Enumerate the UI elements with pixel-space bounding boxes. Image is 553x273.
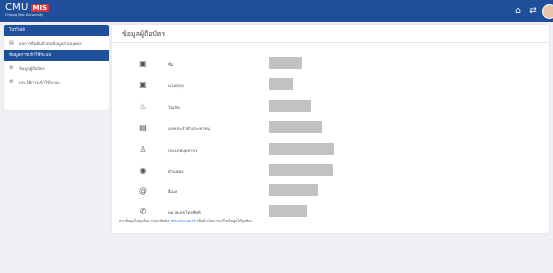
info-label: ประเภทบุคลากร [168, 148, 198, 153]
user-circle-icon: ◉ [139, 166, 147, 175]
sidebar-item-access-history[interactable]: ⚙ ประวัติการเข้าใช้ระบบ [4, 75, 109, 89]
id-card-icon: ▣ [139, 59, 147, 68]
logo-subtitle: Chiang Mai University [5, 13, 44, 17]
id-card-icon: ▣ [139, 80, 147, 89]
redacted-value [269, 121, 322, 133]
info-row-personnel-type: ♙ ประเภทบุคลากร [112, 141, 549, 159]
person-icon: ♙ [139, 145, 147, 154]
redacted-value [269, 164, 333, 176]
sidebar: โปรไฟล์ ▤ ผลการยืนยันตัวตนข้อมูลส่วนบุคค… [4, 25, 109, 110]
logo-text: CMU [5, 2, 29, 13]
footnote-suffix: เพื่อดำเนินการแก้ไขข้อมูลให้ถูกต้อง [197, 219, 253, 223]
info-label: วันเกิด [168, 105, 180, 110]
sidebar-item-label: ผลการยืนยันตัวตนข้อมูลส่วนบุคคล [19, 40, 82, 46]
info-row-first-name: ▣ ชื่อ [112, 55, 549, 73]
cmu-mis-logo[interactable]: CMU MIS Chiang Mai University [5, 2, 50, 18]
sidebar-item-cardholder-info[interactable]: ⚙ ข้อมูลผู้ถือบัตร [4, 61, 109, 75]
info-label: ชื่อ [168, 62, 174, 67]
footnote-prefix: หากข้อมูลไม่ถูกต้อง กรุณาติดต่อ [119, 219, 170, 223]
page-title: ข้อมูลผู้ถือบัตร [122, 30, 166, 38]
sidebar-section-system-access: ข้อมูลการเข้าใช้ระบบ [4, 50, 109, 61]
gear-icon: ⚙ [9, 79, 14, 85]
redacted-value [269, 205, 307, 217]
info-row-birthdate: ♨ วันเกิด [112, 98, 549, 116]
cardholder-info-panel: ข้อมูลผู้ถือบัตร ▣ ชื่อ ▣ นามสกุล ♨ วันเ… [112, 25, 549, 233]
redacted-value [269, 143, 334, 155]
redacted-value [269, 78, 293, 90]
sidebar-item-label: ข้อมูลผู้ถือบัตร [19, 65, 45, 71]
info-label: หมายเลขโทรศัพท์ [168, 210, 201, 215]
at-icon: @ [139, 186, 147, 195]
home-icon[interactable]: ⌂ [513, 6, 523, 16]
info-label: เลขประจำตัวประชาชน [168, 126, 210, 131]
logo-badge: MIS [30, 4, 50, 12]
info-label: อีเมล [168, 189, 178, 194]
info-label: นามสกุล [168, 83, 184, 88]
id-badge-icon: ▤ [139, 123, 147, 132]
redacted-value [269, 100, 311, 112]
sidebar-item-identity-verification[interactable]: ▤ ผลการยืนยันตัวตนข้อมูลส่วนบุคคล [4, 36, 109, 50]
info-row-last-name: ▣ นามสกุล [112, 76, 549, 94]
swap-icon[interactable]: ⇄ [528, 6, 538, 16]
phone-icon: ✆ [139, 207, 147, 216]
info-row-email: @ อีเมล [112, 182, 549, 200]
redacted-value [269, 57, 302, 69]
avatar[interactable] [542, 4, 553, 19]
sidebar-item-label: ประวัติการเข้าใช้ระบบ [19, 79, 60, 85]
redacted-value [269, 184, 318, 196]
info-label: ตำแหน่ง [168, 169, 184, 174]
info-row-position: ◉ ตำแหน่ง [112, 162, 549, 180]
divider [112, 42, 549, 43]
info-row-national-id: ▤ เลขประจำตัวประชาชน [112, 119, 549, 137]
gear-icon: ⚙ [9, 65, 14, 71]
footnote: หากข้อมูลไม่ถูกต้อง กรุณาติดต่อ mis.cmu.… [119, 218, 252, 224]
cake-icon: ♨ [139, 102, 147, 111]
sidebar-section-profile: โปรไฟล์ [4, 25, 109, 36]
top-navigation-bar: CMU MIS Chiang Mai University ⌂ ⇄ [0, 0, 553, 22]
footnote-link[interactable]: mis.cmu.ac.th [170, 219, 195, 223]
document-icon: ▤ [9, 40, 14, 46]
